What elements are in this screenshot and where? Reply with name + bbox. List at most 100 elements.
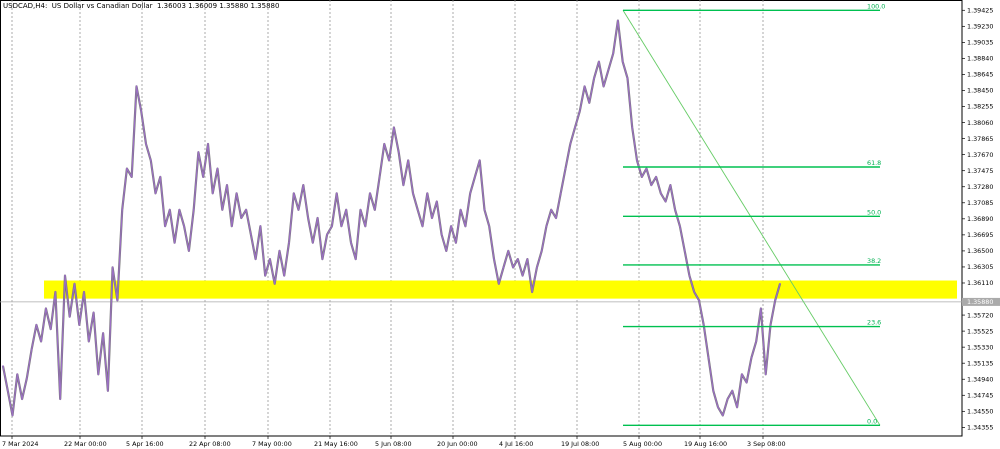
price-point xyxy=(49,328,52,330)
price-point xyxy=(478,159,481,162)
x-tick-label: 3 Sep 08:00 xyxy=(747,440,786,448)
price-point xyxy=(97,373,100,376)
price-point xyxy=(593,77,595,80)
price-point xyxy=(483,208,486,211)
price-point xyxy=(455,241,457,244)
price-point xyxy=(6,389,9,392)
price-point xyxy=(659,192,662,195)
y-tick-label: 1.38450 xyxy=(967,87,993,95)
price-point xyxy=(226,184,228,187)
price-point xyxy=(578,110,581,112)
price-point xyxy=(11,414,14,417)
y-tick-label: 1.38840 xyxy=(967,55,993,63)
y-tick-label: 1.35720 xyxy=(967,311,993,319)
price-point xyxy=(354,258,357,260)
price-point xyxy=(564,167,567,170)
price-point xyxy=(149,159,152,162)
price-point xyxy=(602,85,605,88)
fib-level-label: 50.0 xyxy=(867,208,881,216)
price-point xyxy=(273,282,276,285)
price-point xyxy=(617,19,619,22)
price-point xyxy=(636,159,638,162)
price-point xyxy=(574,126,576,129)
price-point xyxy=(736,406,738,409)
x-tick-label: 19 Jul 08:00 xyxy=(561,440,599,448)
price-point xyxy=(631,126,634,129)
price-point xyxy=(540,250,543,252)
price-point xyxy=(350,241,352,244)
price-point xyxy=(607,69,610,71)
y-tick-label: 1.37865 xyxy=(967,135,993,143)
price-point xyxy=(240,217,243,219)
price-point xyxy=(111,266,114,269)
price-point xyxy=(331,225,333,228)
price-point xyxy=(373,208,376,211)
price-point xyxy=(621,60,624,63)
price-point xyxy=(626,77,629,80)
price-point xyxy=(335,192,338,195)
price-point xyxy=(559,192,562,195)
x-tick-label: 19 Aug 16:00 xyxy=(684,440,727,448)
price-point xyxy=(345,208,348,211)
price-point xyxy=(311,241,314,244)
fib-level-label: 0.0 xyxy=(867,417,877,425)
price-point xyxy=(202,176,205,178)
price-point xyxy=(426,192,429,195)
price-point xyxy=(383,143,386,145)
price-point xyxy=(421,225,424,228)
price-point xyxy=(407,159,410,162)
price-point xyxy=(512,266,514,269)
price-point xyxy=(378,176,381,178)
price-point xyxy=(245,208,248,211)
price-point xyxy=(612,52,615,55)
price-point xyxy=(364,225,367,228)
y-tick-label: 1.39035 xyxy=(967,39,993,47)
y-tick-label: 1.38645 xyxy=(967,71,993,79)
price-point xyxy=(588,101,591,104)
price-point xyxy=(721,414,724,417)
price-point xyxy=(121,208,124,211)
price-series-shadow xyxy=(1,19,782,417)
price-point xyxy=(292,192,295,195)
price-point xyxy=(207,143,209,145)
price-point xyxy=(316,217,319,219)
price-point xyxy=(188,250,190,252)
price-point xyxy=(755,340,758,343)
price-point xyxy=(283,274,286,277)
x-tick-label: 5 Jun 08:00 xyxy=(375,440,412,448)
fib-level-label: 23.6 xyxy=(867,319,881,327)
price-point xyxy=(412,192,414,195)
y-tick-label: 1.35525 xyxy=(967,327,993,335)
y-tick-label: 1.36695 xyxy=(967,231,993,239)
price-point xyxy=(192,208,195,211)
price-point xyxy=(307,217,309,219)
x-tick-label: 7 May 00:00 xyxy=(252,440,292,448)
price-point xyxy=(431,217,433,219)
price-point xyxy=(445,250,448,252)
price-point xyxy=(497,282,500,285)
price-point xyxy=(102,332,104,335)
price-point xyxy=(459,208,462,211)
price-point xyxy=(230,225,233,228)
price-point xyxy=(464,225,467,228)
price-point xyxy=(288,241,290,244)
price-point xyxy=(393,126,395,129)
price-point xyxy=(583,85,586,88)
price-point xyxy=(87,340,90,343)
price-point xyxy=(126,167,128,170)
price-point xyxy=(25,377,28,380)
price-chart[interactable]: 7 Mar 2024 22 Mar 00:00 5 Apr 16:00 22 Apr … xyxy=(0,0,1000,449)
price-point xyxy=(450,225,452,228)
price-point xyxy=(269,258,271,260)
x-tick-label: 22 Mar 00:00 xyxy=(64,440,107,448)
price-point xyxy=(35,324,38,326)
price-point xyxy=(183,225,186,228)
price-point xyxy=(655,176,657,178)
y-tick-label: 1.37475 xyxy=(967,167,993,175)
trendline xyxy=(622,10,881,426)
y-tick-label: 1.34940 xyxy=(967,375,993,383)
price-point xyxy=(159,176,162,178)
price-point xyxy=(168,208,171,211)
price-point xyxy=(707,356,710,359)
price-point xyxy=(717,406,719,409)
